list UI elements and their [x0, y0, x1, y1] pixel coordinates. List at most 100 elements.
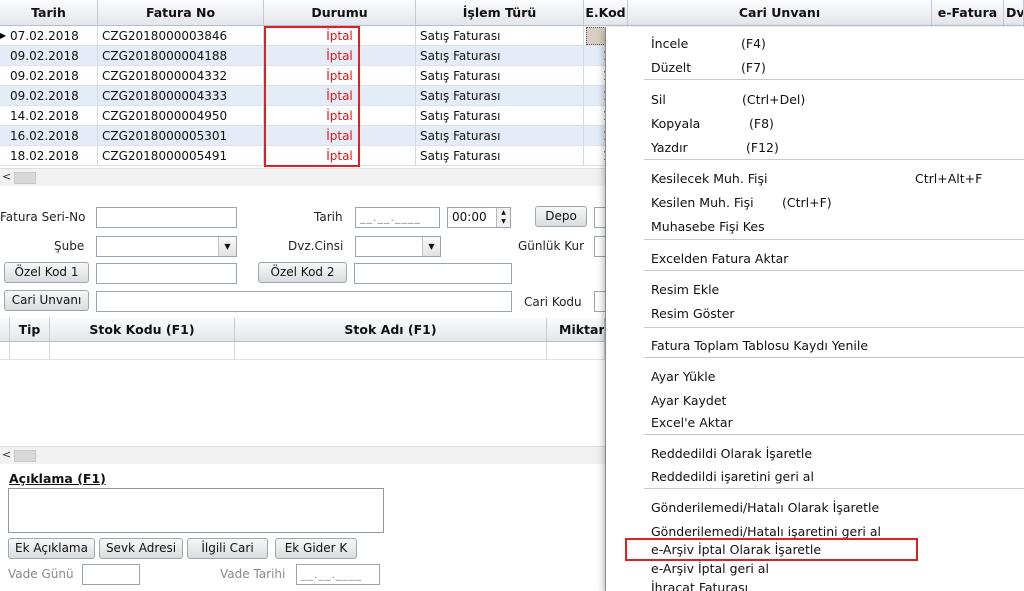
menu-item-shortcut: (Ctrl+Del): [742, 92, 806, 107]
cell-tarih[interactable]: 09.02.2018: [0, 46, 98, 66]
menu-item[interactable]: İncele: [651, 33, 688, 55]
time-input[interactable]: 00:00 ▲ ▼: [447, 207, 511, 228]
column-header-fatura-no[interactable]: Fatura No: [98, 0, 264, 26]
ozel-kod-1-button[interactable]: Özel Kod 1: [4, 262, 89, 283]
menu-item[interactable]: Sil: [651, 89, 666, 111]
sevk-adresi-button[interactable]: Sevk Adresi: [99, 538, 183, 559]
menu-item[interactable]: Reddedildi işaretini geri al: [651, 466, 814, 488]
lines-horizontal-scrollbar[interactable]: <: [0, 446, 605, 464]
cari-unvani-input[interactable]: [96, 291, 512, 312]
ek-aciklama-button[interactable]: Ek Açıklama: [8, 538, 95, 559]
menu-item[interactable]: Yazdır: [651, 137, 688, 159]
scroll-thumb[interactable]: [14, 450, 36, 462]
context-menu: İncele (F4) Düzelt (F7) Sil (Ctrl+Del) Kopyala…: [605, 27, 1024, 591]
tarih-label: Tarih: [314, 210, 343, 224]
menu-item[interactable]: İhracat Faturası: [651, 577, 748, 591]
status-column-highlight: [264, 26, 360, 167]
cari-unvani-button[interactable]: Cari Unvanı: [4, 290, 89, 311]
cell-fatura-no[interactable]: CZG2018000005491: [98, 146, 264, 166]
column-header-stok-adi[interactable]: Stok Adı (F1): [235, 318, 547, 342]
ilgili-cari-button[interactable]: İlgili Cari: [187, 538, 268, 559]
table-cell[interactable]: [10, 342, 50, 360]
table-cell[interactable]: [235, 342, 547, 360]
menu-item[interactable]: Fatura Toplam Tablosu Kaydı Yenile: [651, 335, 868, 357]
selected-cell[interactable]: [586, 27, 606, 45]
aciklama-textarea[interactable]: [8, 488, 384, 533]
cell-islem-turu[interactable]: Satış Faturası: [416, 106, 584, 126]
menu-item[interactable]: Kesilecek Muh. Fişi: [651, 168, 768, 190]
dvz-cinsi-dropdown-icon[interactable]: ▼: [422, 237, 440, 256]
dvz-cinsi-select[interactable]: ▼: [355, 236, 441, 257]
cell-fatura-no[interactable]: CZG2018000003846: [98, 26, 264, 46]
cell-islem-turu[interactable]: Satış Faturası: [416, 146, 584, 166]
menu-item-highlight: [625, 538, 918, 561]
column-header-tip[interactable]: Tip: [10, 318, 50, 342]
cell-fatura-no[interactable]: CZG2018000004332: [98, 66, 264, 86]
vade-gunu-input[interactable]: [82, 564, 140, 585]
cell-tarih[interactable]: 14.02.2018: [0, 106, 98, 126]
time-spinner-icon[interactable]: ▲ ▼: [496, 208, 510, 227]
vade-gunu-label: Vade Günü: [8, 567, 74, 581]
fatura-seri-no-input[interactable]: [96, 207, 237, 228]
menu-item[interactable]: Reddedildi Olarak İşaretle: [651, 443, 812, 465]
menu-item-shortcut: (Ctrl+F): [782, 195, 832, 210]
sube-dropdown-icon[interactable]: ▼: [218, 237, 236, 256]
ozel-kod-2-input[interactable]: [354, 263, 512, 284]
menu-item[interactable]: Ayar Kaydet: [651, 390, 726, 412]
ozel-kod-1-input[interactable]: [96, 263, 237, 284]
sube-label: Şube: [54, 239, 85, 253]
column-header-durumu[interactable]: Durumu: [264, 0, 416, 26]
menu-item[interactable]: Kopyala: [651, 113, 700, 135]
cell-fatura-no[interactable]: CZG2018000004950: [98, 106, 264, 126]
grid-horizontal-scrollbar[interactable]: <: [0, 168, 605, 186]
column-header-cari-unvani[interactable]: Cari Unvanı: [628, 0, 932, 26]
column-header-miktar[interactable]: Miktar: [547, 318, 605, 342]
column-header-stok-kodu[interactable]: Stok Kodu (F1): [50, 318, 235, 342]
cari-kodu-label: Cari Kodu: [524, 295, 582, 309]
invoice-lines-grid: Tip Stok Kodu (F1) Stok Adı (F1) Miktar: [0, 318, 605, 442]
column-header-ekod[interactable]: E.Kod: [584, 0, 628, 26]
cell-fatura-no[interactable]: CZG2018000004333: [98, 86, 264, 106]
menu-item[interactable]: Resim Göster: [651, 303, 735, 325]
ek-gider-button[interactable]: Ek Gider K: [275, 538, 357, 559]
cell-tarih[interactable]: 07.02.2018: [0, 26, 98, 46]
scroll-thumb[interactable]: [14, 172, 36, 184]
sube-select[interactable]: ▼: [96, 236, 237, 257]
menu-separator: [644, 79, 1024, 80]
column-header-tarih[interactable]: Tarih: [0, 0, 98, 26]
cell-tarih[interactable]: 09.02.2018: [0, 66, 98, 86]
cell-fatura-no[interactable]: CZG2018000004188: [98, 46, 264, 66]
ozel-kod-2-button[interactable]: Özel Kod 2: [258, 262, 347, 283]
cell-tarih[interactable]: 18.02.2018: [0, 146, 98, 166]
vade-tarihi-input[interactable]: __.__.____: [296, 564, 380, 585]
depo-button[interactable]: Depo: [535, 206, 587, 227]
column-header-islem-turu[interactable]: İşlem Türü: [416, 0, 584, 26]
cell-tarih[interactable]: 09.02.2018: [0, 86, 98, 106]
menu-separator: [644, 270, 1024, 271]
table-cell[interactable]: [0, 342, 10, 360]
menu-item[interactable]: Ayar Yükle: [651, 366, 715, 388]
scroll-left-icon[interactable]: <: [2, 170, 11, 183]
cell-islem-turu[interactable]: Satış Faturası: [416, 46, 584, 66]
menu-item[interactable]: Excel'e Aktar: [651, 412, 733, 434]
table-cell[interactable]: [547, 342, 605, 360]
cell-tarih[interactable]: 16.02.2018: [0, 126, 98, 146]
cell-islem-turu[interactable]: Satış Faturası: [416, 126, 584, 146]
column-header-e-fatura[interactable]: e-Fatura: [932, 0, 1004, 26]
menu-item[interactable]: Resim Ekle: [651, 279, 719, 301]
cell-islem-turu[interactable]: Satış Faturası: [416, 86, 584, 106]
scroll-left-icon[interactable]: <: [2, 448, 11, 461]
menu-item[interactable]: Gönderilemedi/Hatalı Olarak İşaretle: [651, 497, 879, 519]
menu-item[interactable]: Excelden Fatura Aktar: [651, 248, 788, 270]
tarih-date-input[interactable]: __.__.____: [355, 207, 440, 228]
cell-islem-turu[interactable]: Satış Faturası: [416, 66, 584, 86]
table-cell[interactable]: [50, 342, 235, 360]
cell-fatura-no[interactable]: CZG2018000005301: [98, 126, 264, 146]
menu-separator: [644, 239, 1024, 240]
menu-item[interactable]: Kesilen Muh. Fişi: [651, 192, 754, 214]
column-header-dv[interactable]: Dv: [1004, 0, 1024, 26]
menu-item[interactable]: Düzelt: [651, 57, 691, 79]
time-value: 00:00: [452, 210, 487, 224]
cell-islem-turu[interactable]: Satış Faturası: [416, 26, 584, 46]
menu-item[interactable]: Muhasebe Fişi Kes: [651, 216, 765, 238]
